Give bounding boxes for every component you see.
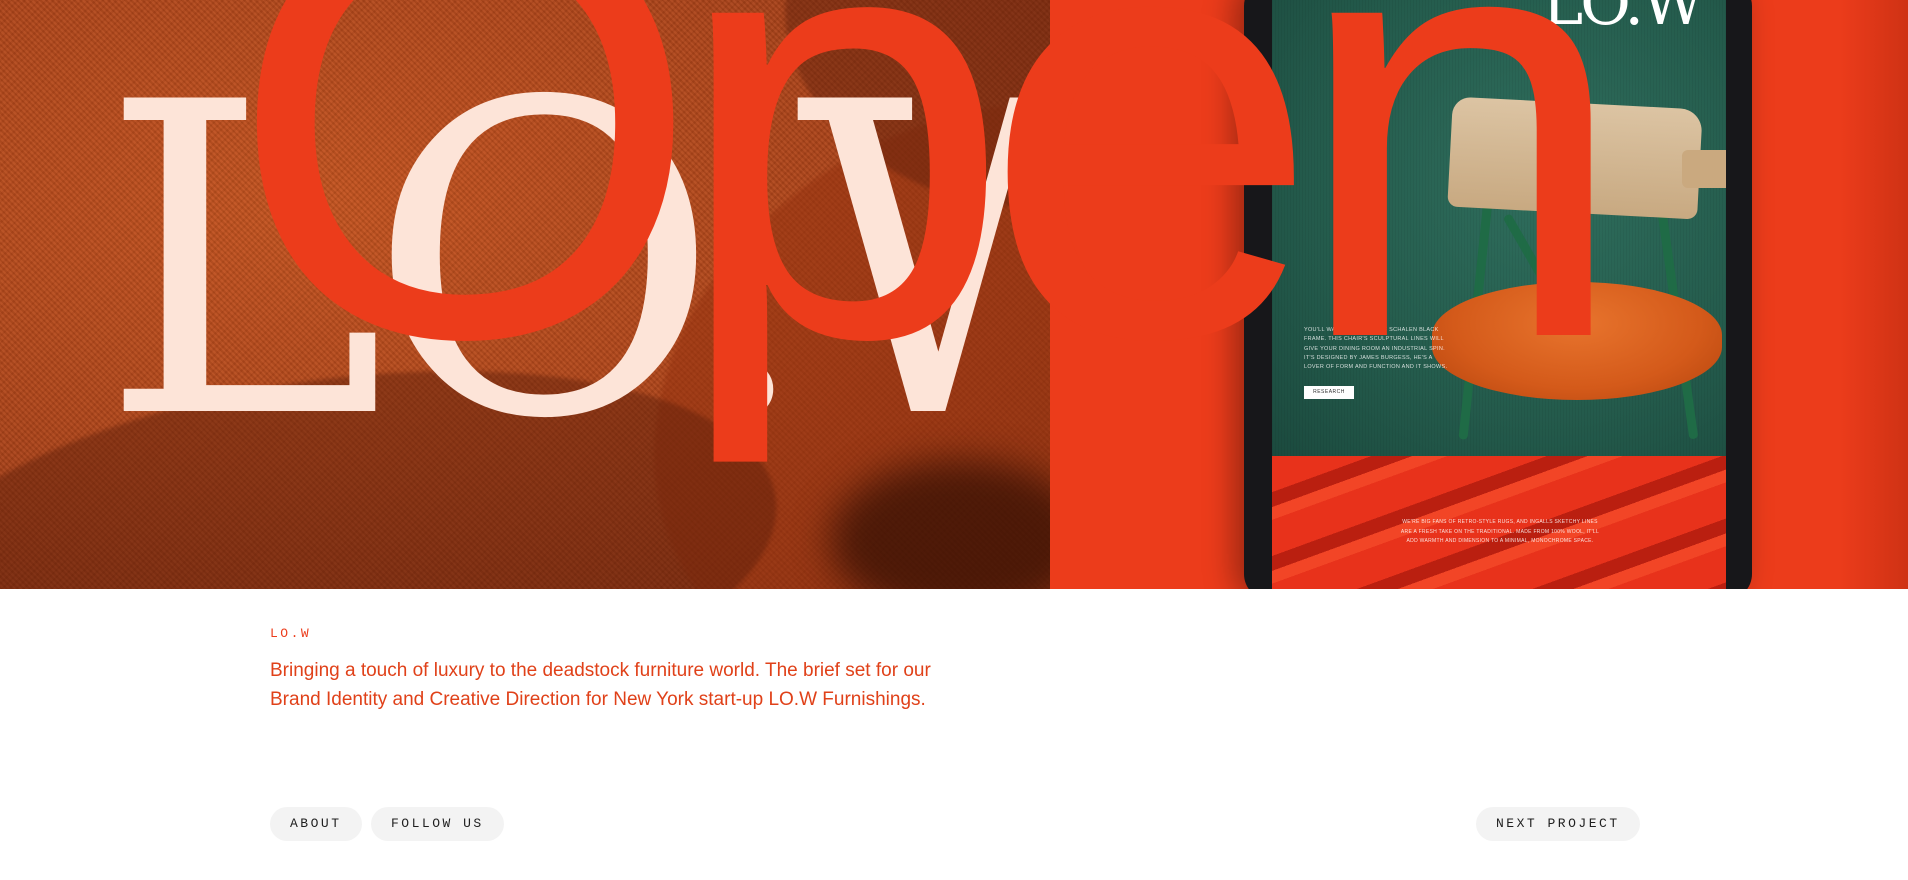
follow-us-button[interactable]: FOLLOW US [371,807,504,841]
project-label: LO.W [270,626,312,641]
about-button[interactable]: ABOUT [270,807,362,841]
fabric-cushion-image: LO.W [0,0,1050,589]
screen-rug-text: WE'RE BIG FANS OF RETRO-STYLE RUGS, AND … [1400,519,1600,544]
chair-leg [1502,213,1551,287]
screen-hero-green: LO.W YOU'LL WANT TO SHOW OFF SCHALEN BLA… [1272,0,1726,456]
background-shade [1838,0,1908,589]
screen-research-button: RESEARCH [1304,386,1354,399]
project-description: Bringing a touch of luxury to the deadst… [270,660,931,710]
brand-logo: LO.W [100,13,1050,513]
hero-banner: LO.W LO.W YOU'LL WANT TO SHOW OFF SCHALE… [0,0,1908,589]
screen-logo: LO.W [1542,0,1705,39]
chair-seat [1432,282,1722,400]
tablet-screen: LO.W YOU'LL WANT TO SHOW OFF SCHALEN BLA… [1272,0,1726,589]
chair-backrest [1447,96,1703,220]
chair-arm [1682,150,1726,188]
screen-body-text: YOU'LL WANT TO SHOW OFF SCHALEN BLACK FR… [1304,327,1448,371]
next-project-button[interactable]: NEXT PROJECT [1476,807,1640,841]
